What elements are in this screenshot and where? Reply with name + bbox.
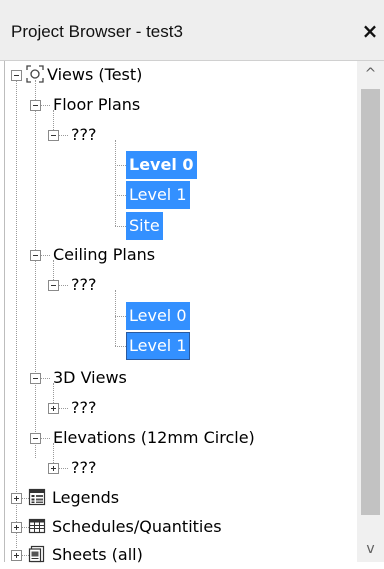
tree-item-floor-plan-site[interactable]: Site (126, 212, 163, 240)
tree-item-schedules-quantities[interactable]: Schedules/Quantities (49, 513, 225, 541)
tree-item-ceiling-plans[interactable]: Ceiling Plans (50, 241, 158, 269)
tree-connector (115, 226, 126, 227)
tree-item-label: ??? (71, 125, 97, 144)
vertical-scrollbar[interactable]: ^ v (357, 61, 384, 562)
collapse-toggle-icon[interactable] (48, 130, 59, 141)
tree-item-label: Schedules/Quantities (52, 517, 222, 536)
tree-connector (115, 346, 126, 347)
tree-connector (115, 195, 126, 196)
sheet-icon (28, 545, 45, 563)
collapse-toggle-icon[interactable] (48, 280, 59, 291)
tree-connector (40, 438, 50, 439)
views-root-icon (26, 65, 44, 83)
tree-item-sheets-all[interactable]: Sheets (all) (49, 541, 146, 569)
tree-item-label: ??? (71, 458, 97, 477)
tree-connector (115, 290, 116, 346)
tree-connector (58, 468, 68, 469)
tree-item-label: Floor Plans (53, 95, 141, 114)
title-bar: Project Browser - test3 × (0, 0, 384, 60)
tree-item-label: Sheets (all) (52, 545, 143, 564)
scroll-down-icon[interactable]: v (357, 536, 384, 562)
schedule-icon (28, 518, 46, 534)
expand-toggle-icon[interactable] (11, 493, 22, 504)
tree-connector (40, 255, 50, 256)
expand-toggle-icon[interactable] (48, 463, 59, 474)
expand-toggle-icon[interactable] (11, 522, 22, 533)
collapse-toggle-icon[interactable] (30, 373, 41, 384)
tree-item-ceiling-plans-group[interactable]: ??? (68, 271, 99, 299)
tree-item-label: Level 1 (126, 181, 190, 209)
tree-item-label: Level 1 (126, 332, 190, 360)
tree-item-floor-plans[interactable]: Floor Plans (50, 91, 143, 119)
tree-item-floor-plans-group[interactable]: ??? (68, 121, 99, 149)
tree-item-label: Level 0 (126, 151, 197, 179)
tree-connector (58, 135, 68, 136)
tree-item-floor-plan-level-1[interactable]: Level 1 (126, 181, 190, 209)
tree-connector (115, 140, 116, 226)
tree-item-label: Views (Test) (47, 65, 143, 84)
project-browser-tree: Views (Test) Floor Plans ??? Level 0 Lev… (0, 60, 384, 564)
window-title: Project Browser - test3 (11, 22, 183, 41)
tree-item-3d-views-group[interactable]: ??? (68, 394, 99, 422)
tree-item-views-test[interactable]: Views (Test) (44, 61, 145, 89)
scroll-thumb[interactable] (361, 89, 380, 515)
tree-item-label: Elevations (12mm Circle) (53, 428, 255, 447)
tree-connector (40, 378, 50, 379)
close-icon[interactable]: × (359, 16, 381, 46)
tree-item-label: Site (126, 212, 163, 240)
tree-item-label: ??? (71, 275, 97, 294)
collapse-toggle-icon[interactable] (30, 433, 41, 444)
tree-item-elevations-group[interactable]: ??? (68, 454, 99, 482)
tree-connector (16, 80, 17, 548)
tree-item-3d-views[interactable]: 3D Views (50, 364, 130, 392)
tree-left-border (4, 61, 5, 562)
collapse-toggle-icon[interactable] (11, 70, 22, 81)
legend-icon (28, 488, 46, 506)
tree-connector (35, 80, 36, 458)
scroll-up-icon[interactable]: ^ (357, 61, 384, 87)
tree-connector (115, 316, 126, 317)
expand-toggle-icon[interactable] (48, 403, 59, 414)
tree-item-ceiling-plan-level-1[interactable]: Level 1 (126, 332, 190, 360)
expand-toggle-icon[interactable] (11, 550, 22, 561)
tree-item-legends[interactable]: Legends (49, 484, 122, 512)
tree-item-label: 3D Views (53, 368, 127, 387)
tree-item-label: Ceiling Plans (53, 245, 156, 264)
tree-item-label: Level 0 (126, 302, 190, 330)
tree-connector (40, 105, 50, 106)
tree-item-label: ??? (71, 398, 97, 417)
tree-item-floor-plan-level-0[interactable]: Level 0 (126, 151, 197, 179)
tree-connector (58, 408, 68, 409)
collapse-toggle-icon[interactable] (30, 100, 41, 111)
tree-item-label: Legends (52, 488, 120, 507)
collapse-toggle-icon[interactable] (30, 250, 41, 261)
tree-item-ceiling-plan-level-0[interactable]: Level 0 (126, 302, 190, 330)
tree-connector (115, 165, 126, 166)
tree-connector (58, 285, 68, 286)
tree-item-elevations[interactable]: Elevations (12mm Circle) (50, 424, 258, 452)
